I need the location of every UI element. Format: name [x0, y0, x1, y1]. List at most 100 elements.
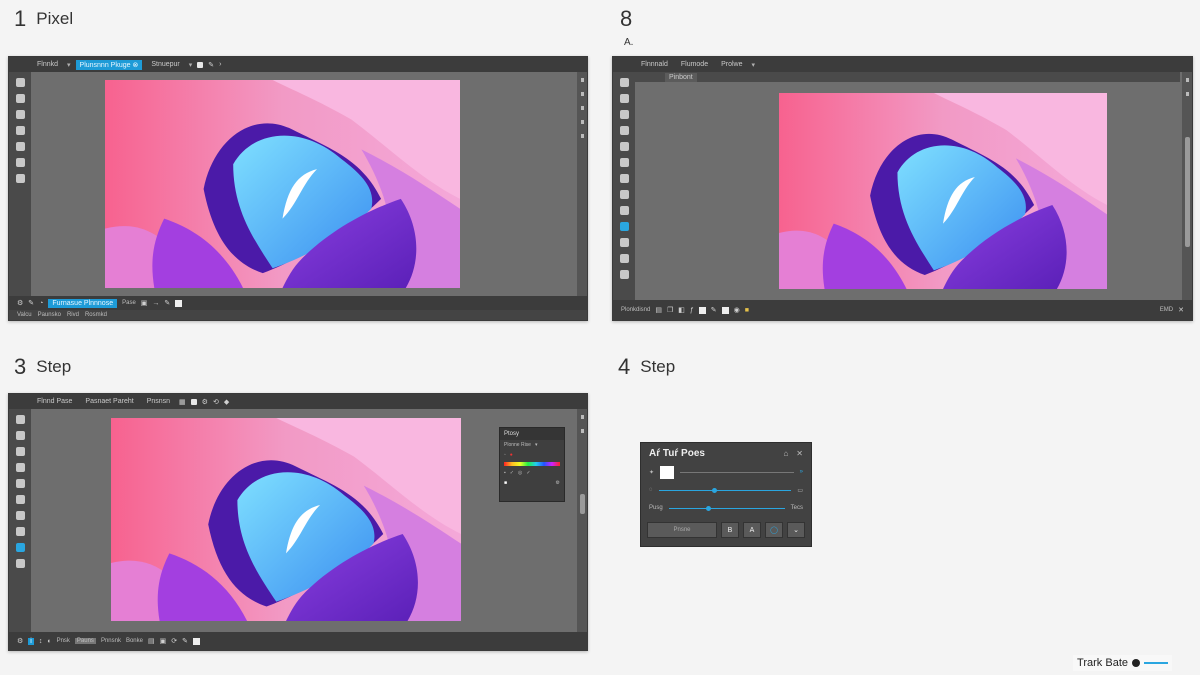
move-tool-icon[interactable]	[619, 78, 629, 87]
crop-tool-icon[interactable]	[15, 126, 25, 135]
brush-icon[interactable]: ✎	[711, 306, 717, 314]
value-field[interactable]: Pnsne	[647, 522, 717, 538]
brush-icon[interactable]: ✎	[208, 61, 214, 69]
select-tool-icon[interactable]	[15, 94, 25, 103]
arrow-icon[interactable]: →	[152, 300, 159, 307]
settings-icon[interactable]: ⚙	[202, 398, 208, 406]
color-panel-row[interactable]: Plonne Rise	[504, 442, 531, 448]
menu-item-file[interactable]: Flnnkd	[33, 60, 62, 69]
menu-item-profile[interactable]: Prolwe	[717, 60, 746, 69]
vertical-scrollbar[interactable]	[580, 494, 585, 514]
rail-icon[interactable]	[580, 106, 584, 110]
white-swatch[interactable]	[660, 465, 675, 479]
color-swatch-icon[interactable]	[721, 306, 729, 314]
lasso-tool-icon[interactable]	[619, 110, 629, 119]
bottom-item[interactable]: Pnnsnk	[101, 638, 121, 644]
bottom-item[interactable]: Pnsk	[57, 638, 70, 644]
color-spectrum[interactable]	[504, 462, 560, 466]
dropdown-icon[interactable]: ◦	[504, 452, 506, 458]
image-icon[interactable]: ▣	[141, 299, 148, 307]
artwork-canvas[interactable]	[105, 80, 460, 288]
zoom-tool-icon[interactable]	[619, 254, 629, 263]
rail-icon[interactable]	[580, 415, 584, 419]
document-tab[interactable]: Pinbont	[665, 72, 697, 82]
menu-item-settings[interactable]: Stnuepur	[147, 60, 183, 69]
eyedropper-tool-icon[interactable]	[15, 142, 25, 151]
rail-icon[interactable]	[580, 429, 584, 433]
rail-icon[interactable]	[580, 78, 584, 82]
chevron-down-icon[interactable]: ▾	[67, 61, 71, 69]
bottom-item[interactable]: Pauns	[74, 638, 96, 644]
layers-icon[interactable]: ▤	[148, 637, 155, 645]
transform-icon[interactable]: ⟲	[213, 398, 219, 406]
select-tool-icon[interactable]	[15, 431, 25, 440]
artwork-canvas[interactable]	[779, 93, 1107, 289]
lasso-tool-icon[interactable]	[15, 447, 25, 456]
menu-item-layer[interactable]: Pasnaet Pareht	[81, 397, 137, 406]
shield-icon[interactable]: ◆	[224, 398, 229, 406]
menu-item-active[interactable]: Plunsnnn Pkuge ⊗	[75, 59, 143, 70]
text-icon[interactable]: A	[743, 522, 761, 538]
color-dot-icon[interactable]: ●	[510, 452, 513, 458]
slider-track[interactable]	[680, 471, 794, 473]
opacity-icon[interactable]: ◌	[649, 487, 653, 493]
swatch-icon[interactable]: ✓	[526, 470, 530, 476]
text-tool-icon[interactable]	[619, 206, 629, 215]
rail-icon[interactable]	[580, 134, 584, 138]
settings-icon[interactable]: ⚙	[17, 637, 23, 645]
bold-icon[interactable]: B	[721, 522, 739, 538]
info-icon[interactable]: i	[28, 637, 34, 645]
grid-icon[interactable]: ▦	[179, 398, 186, 406]
menu-item-view[interactable]: Pnsnsn	[143, 397, 174, 406]
move-tool-icon[interactable]	[15, 415, 25, 424]
search-icon[interactable]: ◯	[765, 522, 783, 538]
lasso-tool-icon[interactable]	[15, 110, 25, 119]
slider-knob[interactable]	[711, 487, 717, 493]
hand-tool-icon[interactable]	[619, 270, 629, 279]
color-swatch-icon[interactable]	[698, 306, 706, 314]
artwork-canvas[interactable]	[111, 418, 461, 621]
settings-icon[interactable]: ⚙	[556, 480, 560, 486]
swatch-icon[interactable]: ▪	[504, 470, 506, 476]
shape-tool-icon[interactable]	[619, 222, 629, 231]
chevron-down-icon[interactable]: ▾	[535, 442, 538, 448]
range-slider[interactable]	[668, 505, 785, 511]
close-icon[interactable]: ✕	[796, 449, 803, 458]
brush-tool-icon[interactable]	[619, 158, 629, 167]
color-panel[interactable]: Ptosy Plonne Rise ▾ ◦ ● ▪ ✓ ◎ ✓ ■ ⚙	[499, 427, 565, 502]
brush-tool-icon[interactable]	[15, 158, 25, 167]
settings-icon[interactable]: ⚙	[17, 299, 23, 307]
copy-icon[interactable]: ❐	[667, 306, 673, 314]
chevron-down-icon[interactable]: ▾	[189, 61, 193, 69]
eyedropper-tool-icon[interactable]	[619, 142, 629, 151]
layers-tool-icon[interactable]	[15, 559, 25, 568]
brush-icon[interactable]: ✎	[182, 637, 188, 645]
rail-icon[interactable]	[580, 92, 584, 96]
color-swatch-icon[interactable]	[197, 61, 204, 68]
rail-icon[interactable]	[1185, 78, 1189, 82]
mask-icon[interactable]: ◐	[47, 638, 51, 645]
dropper-icon[interactable]: ✦	[649, 469, 654, 476]
pin-icon[interactable]: ⌂	[783, 449, 788, 458]
rail-icon[interactable]	[580, 120, 584, 124]
menu-item-file[interactable]: Flnnd Pase	[33, 397, 76, 406]
brush-icon[interactable]: ✎	[164, 299, 170, 307]
gradient-tool-icon[interactable]	[619, 190, 629, 199]
chevron-down-icon[interactable]: ▾	[752, 61, 756, 69]
bottom-label[interactable]: Pase	[122, 300, 136, 306]
chevron-down-icon[interactable]: ⌄	[787, 522, 805, 538]
select-tool-icon[interactable]	[619, 94, 629, 103]
bottom-item[interactable]: Bonke	[126, 638, 143, 644]
swatch-icon[interactable]: ✓	[510, 470, 514, 476]
eraser-tool-icon[interactable]	[619, 174, 629, 183]
arrow-icon[interactable]: ›	[219, 61, 221, 68]
white-swatch-icon[interactable]: ■	[504, 480, 507, 486]
swatch-icon[interactable]: ◎	[518, 470, 522, 476]
vertical-scrollbar[interactable]	[1185, 137, 1190, 247]
refresh-icon[interactable]: ⟳	[171, 637, 177, 645]
color-swatch-icon[interactable]	[175, 299, 183, 307]
color-swatch-icon[interactable]	[190, 398, 197, 405]
brush-icon[interactable]: ✎	[28, 299, 34, 307]
slider-knob[interactable]	[705, 505, 711, 511]
clock-icon[interactable]: ◔	[39, 300, 43, 307]
